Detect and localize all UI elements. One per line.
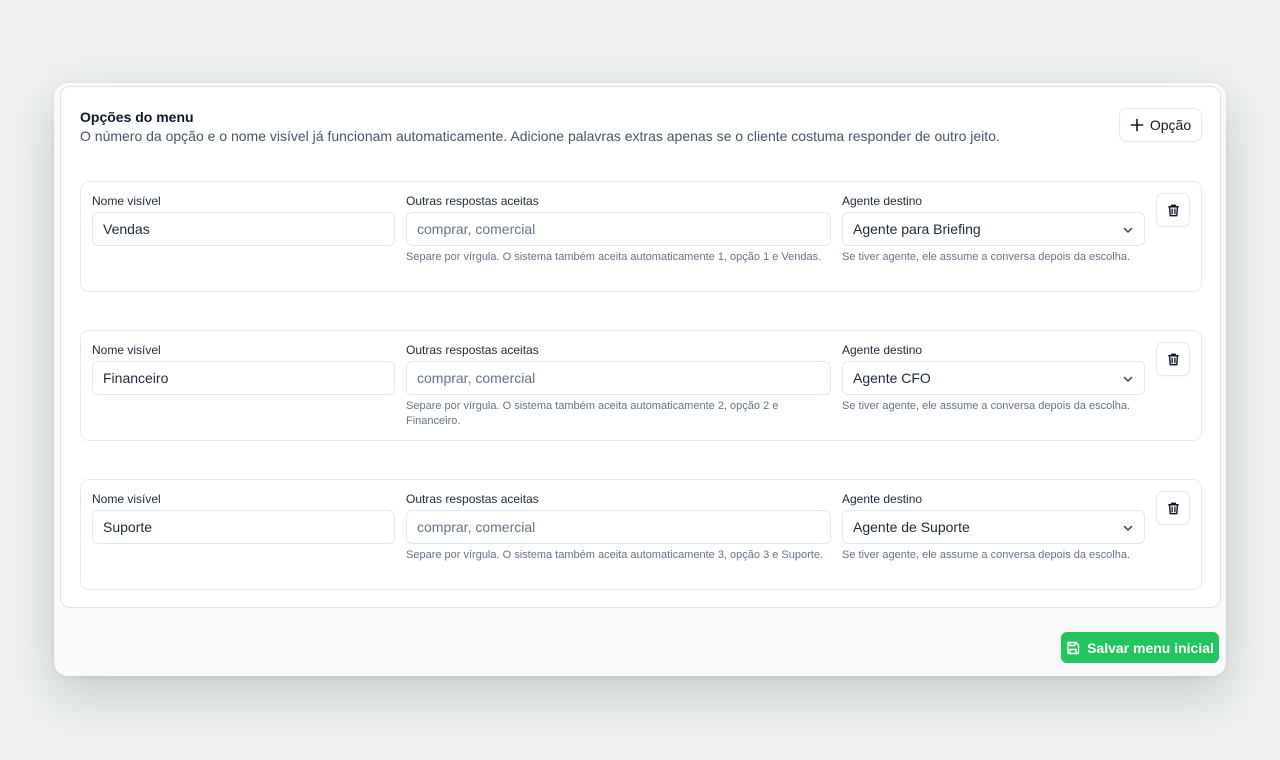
chevron-down-icon [1123,227,1133,233]
agent-select[interactable]: Agente CFO [842,361,1145,395]
add-option-label: Opção [1149,117,1192,133]
option-row: Nome visível Suporte Outras respostas ac… [80,479,1202,590]
agent-select-value: Agente para Briefing [853,221,981,237]
agent-select[interactable]: Agente de Suporte [842,510,1145,544]
agent-help: Se tiver agente, ele assume a conversa d… [842,549,1131,561]
chevron-down-icon [1123,525,1133,531]
plus-icon [1130,118,1144,132]
section-description: O número da opção e o nome visível já fu… [80,128,1000,144]
trash-icon [1167,502,1179,514]
section-title: Opções do menu [80,109,194,125]
chevron-down-icon [1123,376,1133,382]
agent-select-value: Agente de Suporte [853,519,970,535]
menu-options-window: Opções do menu O número da opção e o nom… [54,83,1226,676]
delete-option-button[interactable] [1156,491,1190,525]
option-name-input[interactable]: Suporte [92,510,395,544]
agent-help: Se tiver agente, ele assume a conversa d… [842,400,1131,412]
aliases-help: Separe por vírgula. O sistema também ace… [406,400,779,427]
trash-icon [1167,353,1179,365]
save-icon [1067,641,1080,654]
name-label: Nome visível [92,343,161,357]
option-row: Nome visível Financeiro Outras respostas… [80,330,1202,441]
delete-option-button[interactable] [1156,193,1190,227]
agent-label: Agente destino [842,343,923,357]
agent-label: Agente destino [842,492,923,506]
option-row: Nome visível Vendas Outras respostas ace… [80,181,1202,292]
aliases-input[interactable]: comprar, comercial [406,212,831,246]
save-menu-button[interactable]: Salvar menu inicial [1061,632,1219,663]
name-label: Nome visível [92,492,161,506]
option-name-input[interactable]: Financeiro [92,361,395,395]
aliases-input[interactable]: comprar, comercial [406,510,831,544]
menu-options-card: Opções do menu O número da opção e o nom… [60,86,1221,608]
agent-select[interactable]: Agente para Briefing [842,212,1145,246]
add-option-button[interactable]: Opção [1119,108,1202,142]
agent-select-value: Agente CFO [853,370,931,386]
name-label: Nome visível [92,194,161,208]
aliases-input[interactable]: comprar, comercial [406,361,831,395]
option-name-input[interactable]: Vendas [92,212,395,246]
agent-label: Agente destino [842,194,923,208]
save-menu-label: Salvar menu inicial [1087,639,1214,656]
agent-help: Se tiver agente, ele assume a conversa d… [842,251,1131,263]
aliases-label: Outras respostas aceitas [406,194,539,208]
trash-icon [1167,204,1179,216]
aliases-help: Separe por vírgula. O sistema também ace… [406,251,822,263]
aliases-label: Outras respostas aceitas [406,343,539,357]
delete-option-button[interactable] [1156,342,1190,376]
aliases-label: Outras respostas aceitas [406,492,539,506]
aliases-help: Separe por vírgula. O sistema também ace… [406,549,824,561]
